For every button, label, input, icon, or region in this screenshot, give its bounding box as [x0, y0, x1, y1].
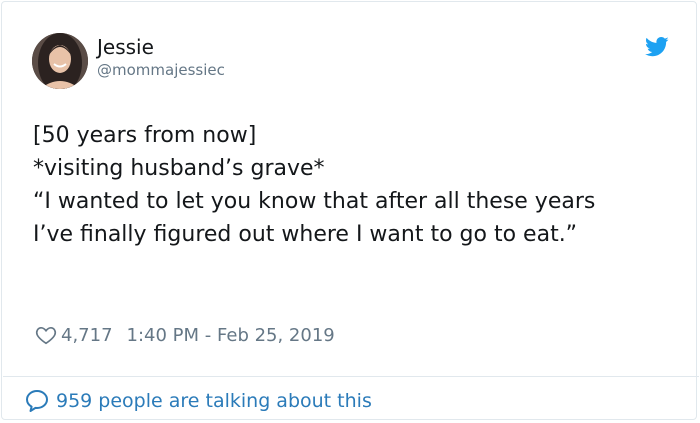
tweet-timestamp[interactable]: 1:40 PM - Feb 25, 2019 [127, 325, 335, 346]
divider [3, 376, 699, 377]
tweet-line: “I wanted to let you know that after all… [33, 189, 596, 214]
avatar-image [32, 33, 88, 89]
twitter-bird-icon[interactable] [645, 37, 669, 57]
tweet-line: [50 years from now] [33, 123, 257, 148]
author-name[interactable]: Jessie [97, 35, 154, 59]
author-handle[interactable]: @mommajessiec [97, 61, 225, 79]
like-count[interactable]: 4,717 [61, 325, 113, 346]
conversation-text[interactable]: 959 people are talking about this [56, 390, 372, 412]
tweet-meta: 4,717 1:40 PM - Feb 25, 2019 [35, 323, 335, 347]
heart-icon[interactable] [35, 324, 57, 346]
tweet-card: Jessie @mommajessiec [50 years from now]… [1, 1, 699, 420]
speech-bubble-icon [26, 390, 48, 412]
avatar[interactable] [32, 33, 88, 89]
tweet-line: I’ve finally figured out where I want to… [33, 222, 578, 247]
tweet-line: *visiting husband’s grave* [33, 156, 325, 181]
conversation-link[interactable]: 959 people are talking about this [24, 386, 372, 416]
tweet-text: [50 years from now] *visiting husband’s … [33, 119, 673, 251]
